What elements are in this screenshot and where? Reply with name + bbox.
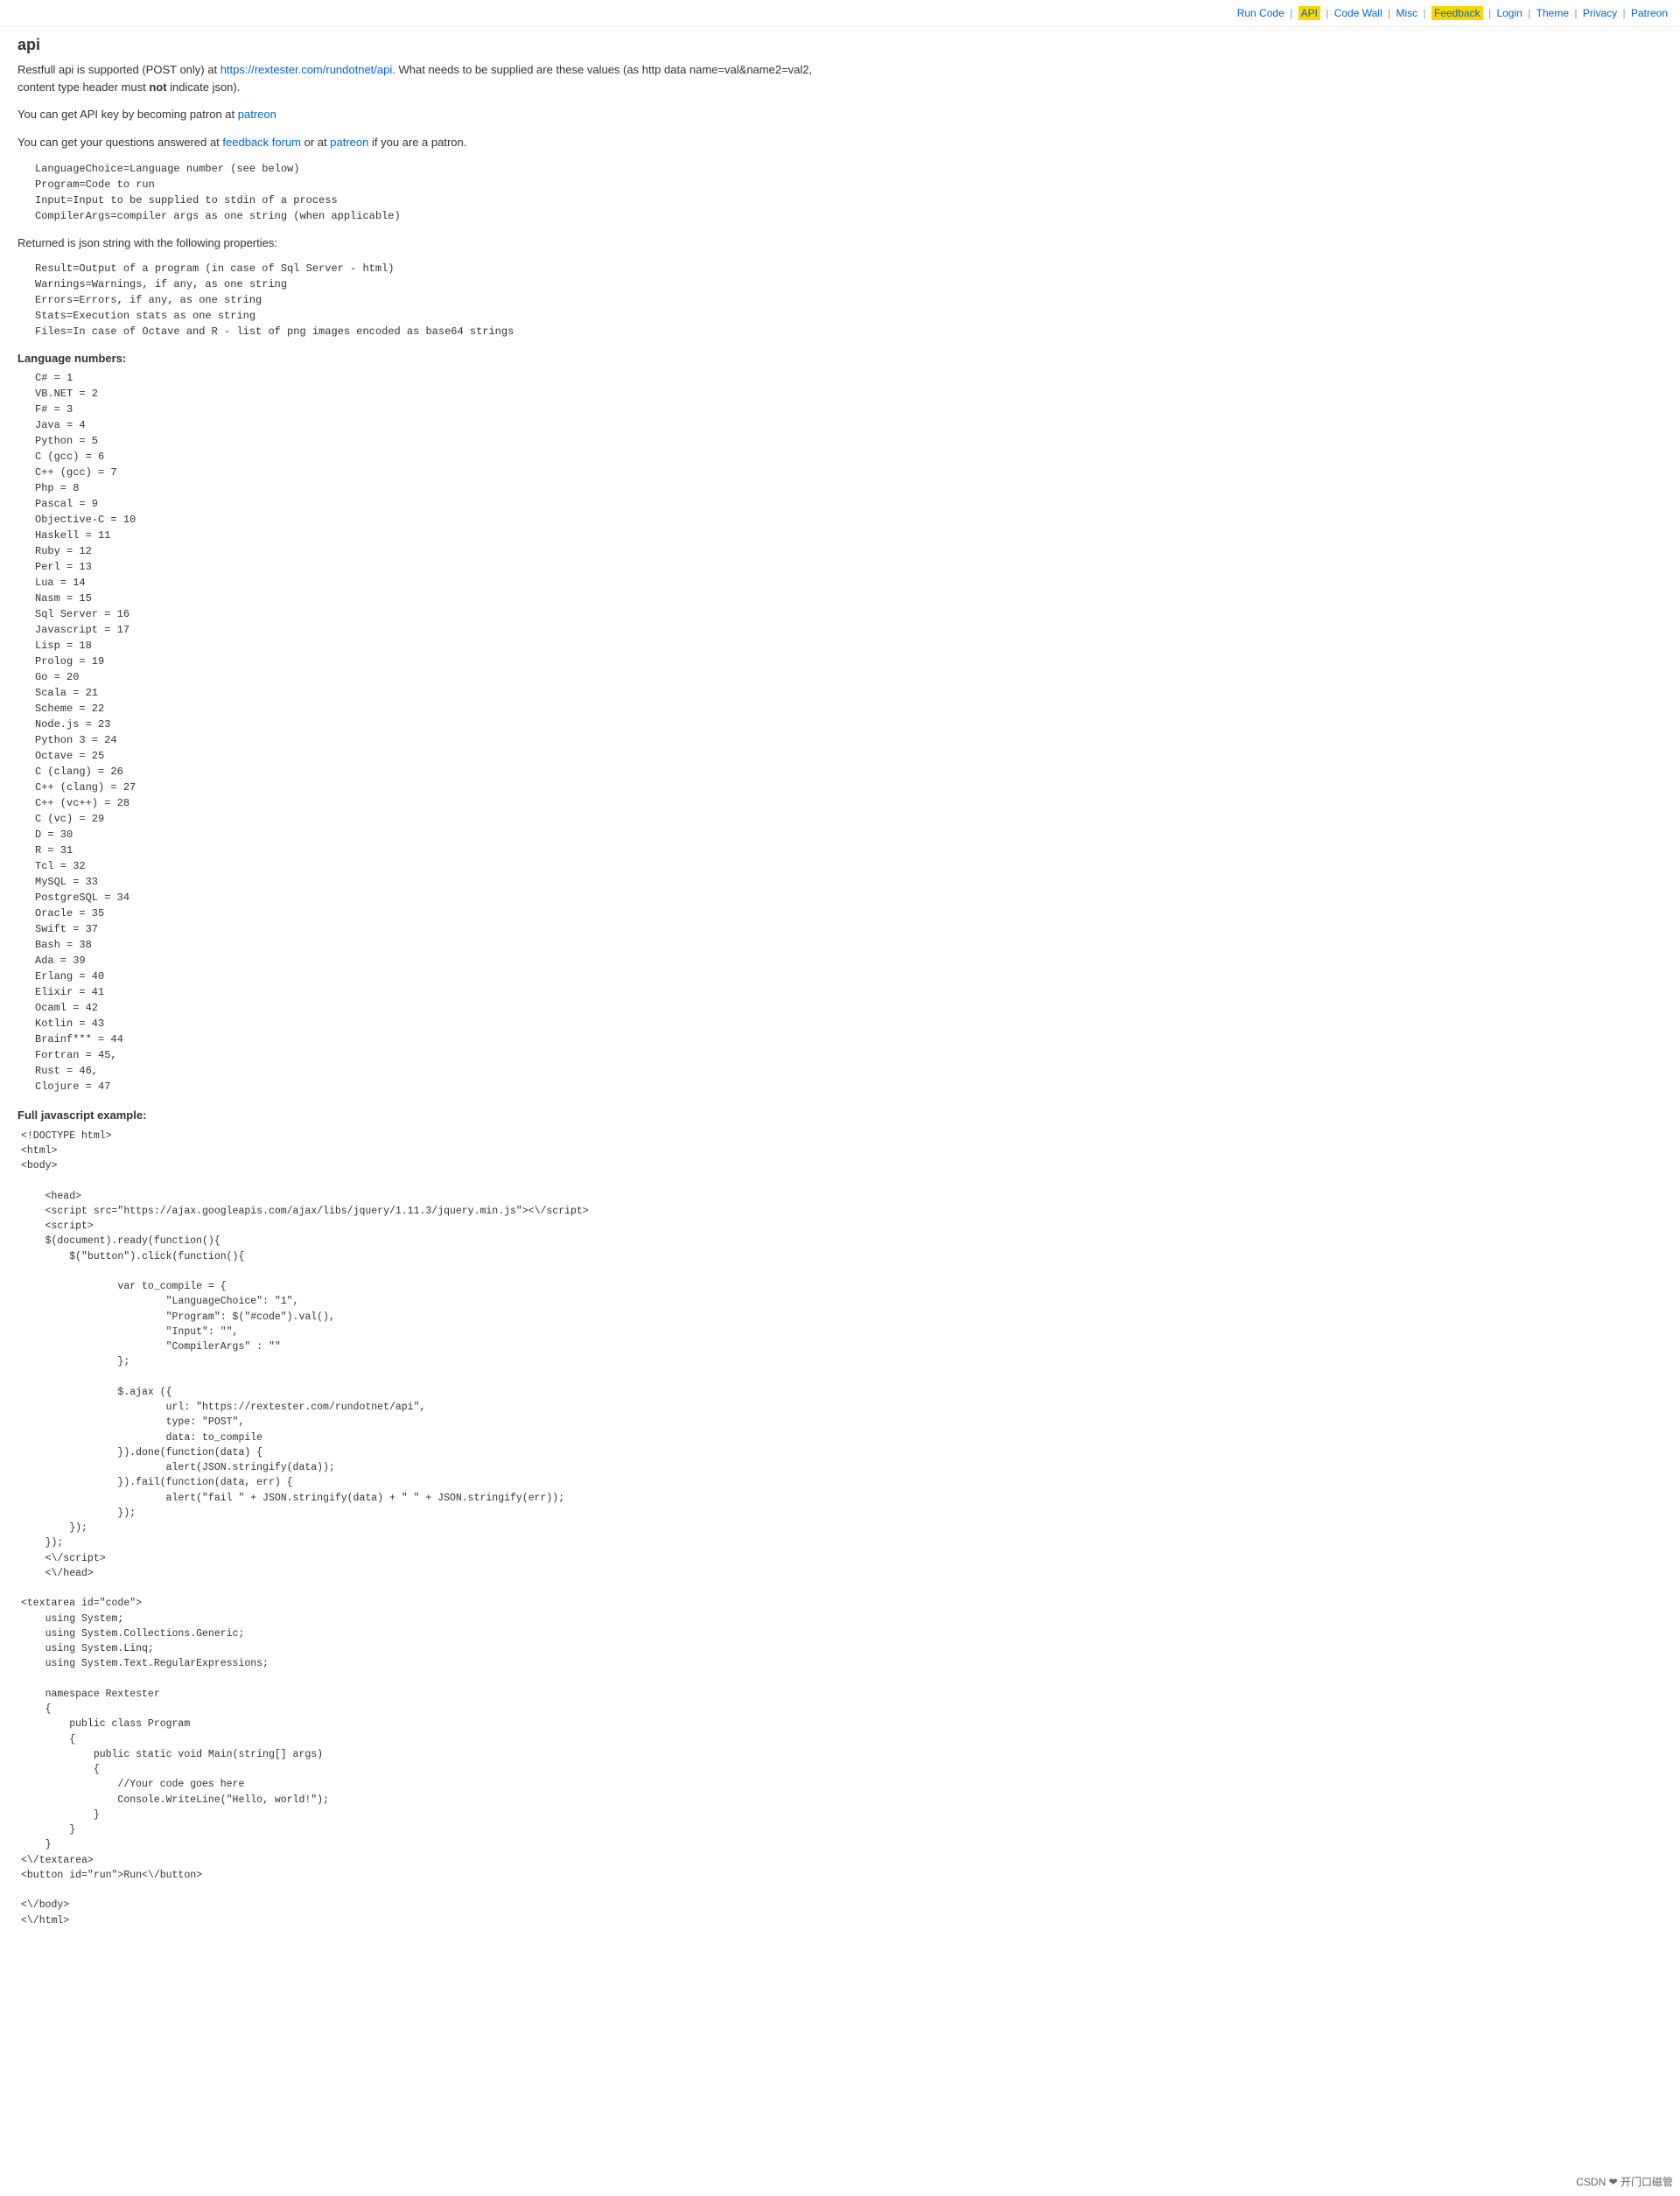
page-title: api [18, 36, 822, 54]
js-example-label: Full javascript example: [18, 1108, 822, 1122]
params-section: LanguageChoice=Language number (see belo… [18, 161, 822, 224]
params-code: LanguageChoice=Language number (see belo… [35, 161, 822, 224]
sep2: | [1326, 7, 1328, 19]
bottom-logo: CSDN ❤ 开门口磁管 [1576, 2174, 1673, 2189]
top-navigation: Run Code | API | Code Wall | Misc | Feed… [0, 0, 1680, 27]
js-example-section: <!DOCTYPE html> <html> <body> <head> <sc… [18, 1129, 822, 1928]
patreon-link-2[interactable]: patreon [330, 136, 368, 149]
returned-code: Result=Output of a program (in case of S… [35, 261, 822, 339]
js-example-code: <!DOCTYPE html> <html> <body> <head> <sc… [21, 1129, 822, 1928]
nav-misc[interactable]: Misc [1396, 7, 1418, 19]
nav-privacy[interactable]: Privacy [1583, 7, 1617, 19]
language-numbers-label: Language numbers: [18, 352, 822, 365]
nav-code-wall[interactable]: Code Wall [1334, 7, 1382, 19]
intro-paragraph-1: Restfull api is supported (POST only) at… [18, 61, 822, 95]
intro-paragraph-3: You can get your questions answered at f… [18, 134, 822, 151]
language-numbers-section: C# = 1 VB.NET = 2 F# = 3 Java = 4 Python… [18, 370, 822, 1095]
sep1: | [1290, 7, 1292, 19]
api-url-link[interactable]: https://rextester.com/rundotnet/api [220, 63, 393, 76]
sep8: | [1623, 7, 1626, 19]
nav-login[interactable]: Login [1496, 7, 1522, 19]
patreon-link-1[interactable]: patreon [238, 108, 276, 121]
feedback-forum-link[interactable]: feedback forum [222, 136, 301, 149]
sep7: | [1574, 7, 1577, 19]
nav-api[interactable]: API [1298, 6, 1320, 20]
sep5: | [1488, 7, 1491, 19]
sep4: | [1423, 7, 1425, 19]
language-numbers-code: C# = 1 VB.NET = 2 F# = 3 Java = 4 Python… [35, 370, 822, 1095]
sep3: | [1388, 7, 1390, 19]
returned-section: Result=Output of a program (in case of S… [18, 261, 822, 339]
intro-paragraph-2: You can get API key by becoming patron a… [18, 106, 822, 123]
sep6: | [1528, 7, 1530, 19]
main-content: api Restfull api is supported (POST only… [0, 27, 840, 1937]
nav-theme[interactable]: Theme [1536, 7, 1569, 19]
nav-run-code[interactable]: Run Code [1237, 7, 1284, 19]
nav-feedback[interactable]: Feedback [1432, 6, 1483, 20]
returned-label: Returned is json string with the followi… [18, 234, 822, 252]
nav-patreon[interactable]: Patreon [1631, 7, 1668, 19]
